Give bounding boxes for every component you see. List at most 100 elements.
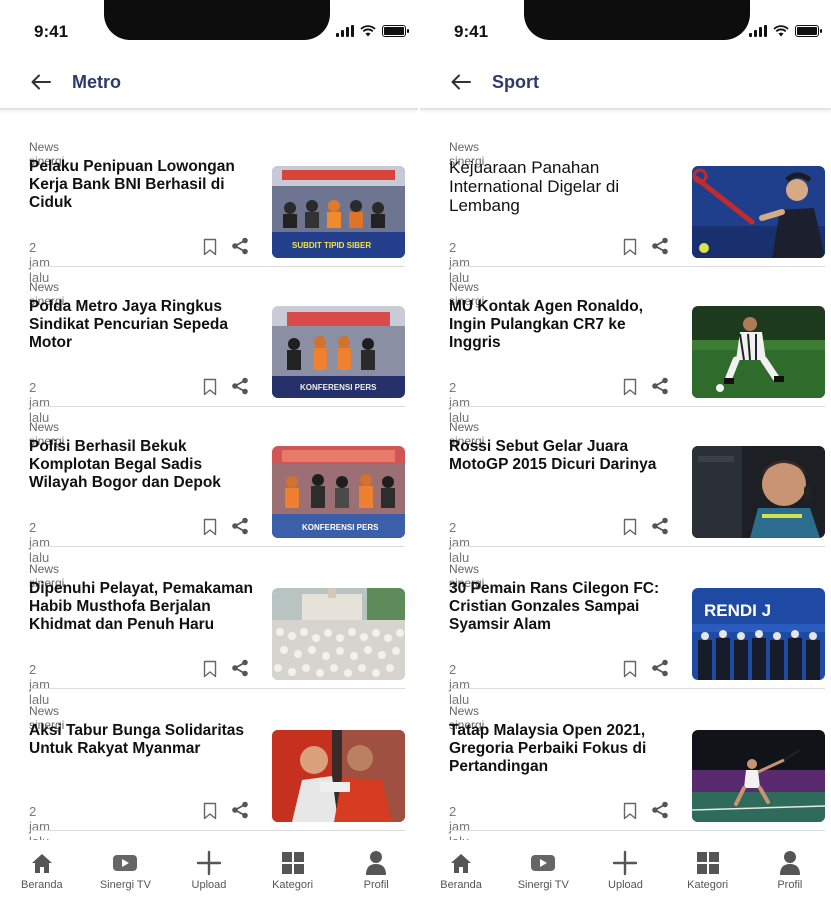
nav-label: Sinergi TV bbox=[517, 879, 569, 891]
share-icon[interactable] bbox=[651, 659, 669, 677]
grid-icon bbox=[279, 850, 307, 876]
item-divider bbox=[29, 406, 405, 407]
share-icon[interactable] bbox=[651, 517, 669, 535]
play-icon bbox=[111, 850, 139, 876]
bottom-nav: Beranda Sinergi TV Upload Kategori Profi… bbox=[420, 840, 831, 902]
home-icon bbox=[447, 850, 475, 876]
plus-icon bbox=[195, 850, 223, 876]
news-title[interactable]: Aksi Tabur Bunga Solidaritas Untuk Rakya… bbox=[29, 722, 259, 758]
news-thumbnail[interactable] bbox=[692, 166, 825, 258]
news-thumbnail[interactable] bbox=[692, 306, 825, 398]
item-divider bbox=[449, 546, 825, 547]
app-header: Sport bbox=[420, 56, 831, 110]
news-thumbnail[interactable] bbox=[272, 588, 405, 680]
news-title[interactable]: Tatap Malaysia Open 2021, Gregoria Perba… bbox=[449, 722, 679, 776]
news-thumbnail[interactable]: KONFERENSI PERS bbox=[272, 306, 405, 398]
nav-item-upload[interactable]: Upload bbox=[174, 850, 244, 891]
item-divider bbox=[449, 830, 825, 831]
thumbnail-caption: RENDI J bbox=[704, 601, 771, 620]
page-title: Metro bbox=[72, 71, 121, 92]
user-icon bbox=[776, 850, 804, 876]
share-icon[interactable] bbox=[231, 659, 249, 677]
nav-item-upload[interactable]: Upload bbox=[590, 850, 660, 891]
share-icon[interactable] bbox=[231, 517, 249, 535]
home-icon bbox=[28, 850, 56, 876]
news-time: 2 jam lalu bbox=[29, 662, 50, 707]
wifi-icon bbox=[360, 25, 376, 37]
app-header: Metro bbox=[0, 56, 418, 110]
news-title[interactable]: Dipenuhi Pelayat, Pemakaman Habib Mustho… bbox=[29, 580, 259, 634]
news-thumbnail[interactable]: RENDI J bbox=[692, 588, 825, 680]
nav-label: Beranda bbox=[21, 879, 63, 891]
bookmark-icon[interactable] bbox=[623, 378, 637, 396]
battery-icon bbox=[795, 25, 822, 37]
nav-item-beranda[interactable]: Beranda bbox=[426, 850, 496, 891]
bookmark-icon[interactable] bbox=[203, 802, 217, 820]
share-icon[interactable] bbox=[231, 377, 249, 395]
back-arrow-icon[interactable] bbox=[30, 71, 52, 93]
grid-icon bbox=[694, 850, 722, 876]
share-icon[interactable] bbox=[651, 801, 669, 819]
bottom-nav: Beranda Sinergi TV Upload Kategori Profi… bbox=[0, 840, 418, 902]
thumbnail-caption: KONFERENSI PERS bbox=[300, 383, 377, 392]
item-divider bbox=[29, 688, 405, 689]
news-title[interactable]: 30 Pemain Rans Cilegon FC: Cristian Gonz… bbox=[449, 580, 679, 634]
bookmark-icon[interactable] bbox=[623, 802, 637, 820]
nav-item-kategori[interactable]: Kategori bbox=[673, 850, 743, 891]
news-title[interactable]: Rossi Sebut Gelar Juara MotoGP 2015 Dicu… bbox=[449, 438, 679, 474]
share-icon[interactable] bbox=[651, 237, 669, 255]
nav-item-profil[interactable]: Profil bbox=[341, 850, 411, 891]
share-icon[interactable] bbox=[231, 237, 249, 255]
news-title[interactable]: Pelaku Penipuan Lowongan Kerja Bank BNI … bbox=[29, 158, 259, 212]
nav-label: Sinergi TV bbox=[99, 879, 151, 891]
wifi-icon bbox=[773, 25, 789, 37]
back-arrow-icon[interactable] bbox=[450, 71, 472, 93]
nav-label: Upload bbox=[191, 879, 227, 891]
phone-screen-sport: 9:41 Sport News sinergi Kejuaraan Panaha… bbox=[420, 0, 831, 902]
bookmark-icon[interactable] bbox=[623, 518, 637, 536]
phone-notch bbox=[104, 0, 330, 40]
share-icon[interactable] bbox=[651, 377, 669, 395]
status-icons bbox=[336, 25, 409, 37]
status-time: 9:41 bbox=[34, 22, 69, 41]
nav-item-beranda[interactable]: Beranda bbox=[7, 850, 77, 891]
nav-label: Profil bbox=[777, 879, 803, 891]
news-thumbnail[interactable] bbox=[692, 730, 825, 822]
bookmark-icon[interactable] bbox=[203, 518, 217, 536]
thumbnail-caption: SUBDIT TIPID SIBER bbox=[292, 241, 371, 250]
news-thumbnail[interactable] bbox=[272, 730, 405, 822]
news-thumbnail[interactable]: SUBDIT TIPID SIBER bbox=[272, 166, 405, 258]
bookmark-icon[interactable] bbox=[203, 238, 217, 256]
nav-item-kategori[interactable]: Kategori bbox=[258, 850, 328, 891]
nav-label: Beranda bbox=[440, 879, 482, 891]
page-title: Sport bbox=[492, 71, 539, 92]
news-title[interactable]: MU Kontak Agen Ronaldo, Ingin Pulangkan … bbox=[449, 298, 679, 352]
nav-item-profil[interactable]: Profil bbox=[755, 850, 825, 891]
nav-label: Kategori bbox=[687, 879, 729, 891]
signal-icon bbox=[336, 25, 354, 37]
news-title[interactable]: Polda Metro Jaya Ringkus Sindikat Pencur… bbox=[29, 298, 259, 352]
user-icon bbox=[362, 850, 390, 876]
share-icon[interactable] bbox=[231, 801, 249, 819]
nav-label: Kategori bbox=[272, 879, 314, 891]
nav-item-sinergi-tv[interactable]: Sinergi TV bbox=[90, 850, 160, 891]
bookmark-icon[interactable] bbox=[623, 238, 637, 256]
news-title[interactable]: Kejuaraan Panahan International Digelar … bbox=[449, 158, 679, 215]
bookmark-icon[interactable] bbox=[203, 660, 217, 678]
thumbnail-caption: KONFERENSI PERS bbox=[302, 523, 379, 532]
play-icon bbox=[529, 850, 557, 876]
status-time: 9:41 bbox=[454, 22, 489, 41]
news-title[interactable]: Polisi Berhasil Bekuk Komplotan Begal Sa… bbox=[29, 438, 259, 492]
bookmark-icon[interactable] bbox=[623, 660, 637, 678]
item-divider bbox=[449, 688, 825, 689]
nav-item-sinergi-tv[interactable]: Sinergi TV bbox=[508, 850, 578, 891]
plus-icon bbox=[611, 850, 639, 876]
news-thumbnail[interactable] bbox=[692, 446, 825, 538]
news-time: 2 jam lalu bbox=[29, 520, 50, 565]
status-bar: 9:41 bbox=[420, 0, 831, 56]
bookmark-icon[interactable] bbox=[203, 378, 217, 396]
nav-label: Profil bbox=[363, 879, 389, 891]
news-thumbnail[interactable]: KONFERENSI PERS bbox=[272, 446, 405, 538]
item-divider bbox=[29, 546, 405, 547]
news-time: 2 jam lalu bbox=[449, 520, 470, 565]
